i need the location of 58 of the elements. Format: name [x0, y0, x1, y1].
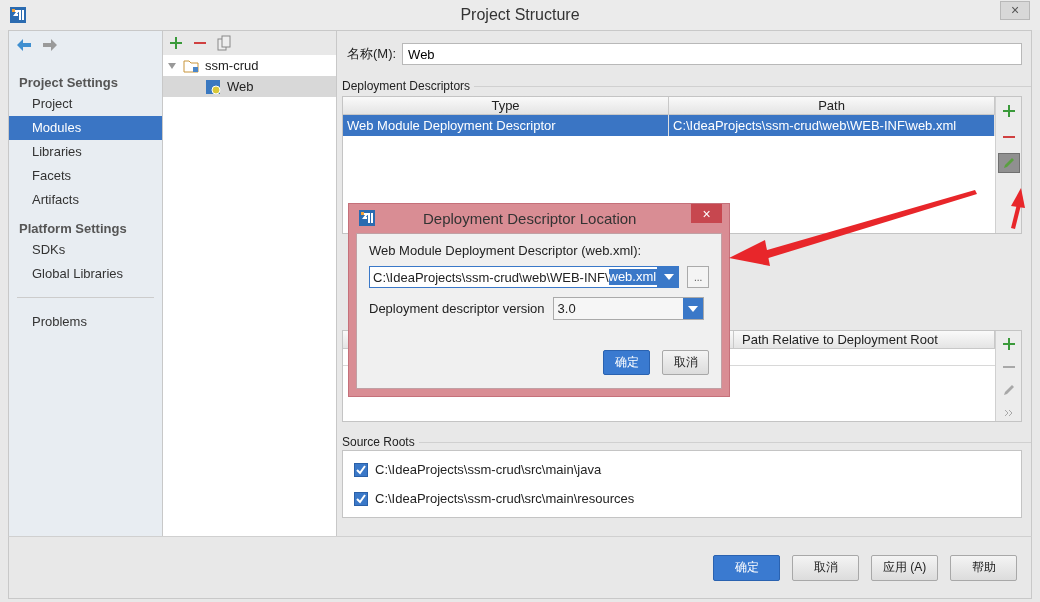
sidebar-item[interactable]: SDKs	[9, 238, 162, 262]
module-icon	[205, 78, 221, 95]
source-path: C:\IdeaProjects\ssm-crud\src\main\java	[375, 462, 602, 477]
field-label: Deployment descriptor version	[369, 301, 545, 316]
table-cell: Web Module Deployment Descriptor	[343, 115, 669, 136]
checkmark-icon	[356, 493, 366, 504]
close-button[interactable]: ×	[691, 204, 722, 223]
window-title: Project Structure	[460, 6, 580, 24]
sidebar-item[interactable]: Facets	[9, 164, 162, 188]
field-label: 名称(M):	[347, 45, 397, 63]
expanded-triangle-icon[interactable]	[167, 60, 177, 71]
annotation-arrow	[1011, 188, 1025, 229]
dialog-button[interactable]: 确定	[713, 554, 780, 581]
dialog-button[interactable]: 确定	[603, 350, 650, 375]
back-arrow-icon[interactable]	[16, 38, 32, 52]
name-field[interactable]: Web	[402, 43, 1022, 65]
column-header[interactable]: Type	[343, 97, 669, 114]
source-path: C:\IdeaProjects\ssm-crud\src\main\resources	[375, 491, 635, 506]
add-icon[interactable]	[169, 36, 183, 50]
tree-node[interactable]: ssm-crud	[163, 55, 336, 76]
edit-button[interactable]	[997, 153, 1020, 173]
remove-icon	[1001, 365, 1016, 368]
copy-icon[interactable]	[217, 35, 231, 51]
dialog-button[interactable]: 取消	[662, 350, 709, 375]
sidebar-item[interactable]: Libraries	[9, 140, 162, 164]
section-title: Source Roots	[342, 435, 415, 449]
app-logo-icon	[359, 210, 375, 226]
sidebar-item[interactable]: Modules	[9, 116, 162, 140]
add-icon	[1001, 104, 1016, 118]
dropdown-arrow-icon	[687, 305, 698, 312]
dialog-button[interactable]: 帮助	[950, 554, 1017, 581]
version-dropdown[interactable]: 3.0	[552, 297, 704, 320]
tree-node[interactable]: Web	[163, 76, 336, 97]
dialog-button[interactable]: 应用 (A)	[871, 554, 938, 581]
checkbox[interactable]	[354, 491, 368, 506]
browse-button[interactable]: ...	[687, 266, 709, 288]
sidebar-item[interactable]: Problems	[9, 310, 162, 334]
dialog-title: Deployment Descriptor Location	[423, 209, 637, 227]
sidebar-item[interactable]: Artifacts	[9, 188, 162, 212]
add-icon	[1001, 336, 1016, 351]
checkbox[interactable]	[354, 462, 368, 477]
section-title: Deployment Descriptors	[342, 79, 471, 93]
close-button[interactable]: ×	[1000, 0, 1030, 20]
pencil-icon	[1001, 156, 1016, 170]
forward-arrow-icon[interactable]	[42, 38, 58, 52]
dialog-button[interactable]: 取消	[792, 554, 859, 581]
field-label: Web Module Deployment Descriptor (web.xml):	[369, 243, 643, 260]
pencil-icon	[1001, 382, 1016, 397]
dropdown-arrow-icon	[663, 274, 674, 280]
app-logo-icon	[10, 7, 26, 23]
table-row[interactable]: Web Module Deployment Descriptor C:\IdeaProjects\ssm-crud\web\WEB-INF\web.xml	[343, 115, 995, 136]
folder-icon	[183, 58, 199, 73]
section-heading: Platform Settings	[18, 220, 128, 238]
dropdown-button[interactable]	[657, 266, 680, 288]
sidebar-item[interactable]: Global Libraries	[9, 262, 162, 286]
sidebar-item[interactable]: Project	[9, 92, 162, 116]
checkmark-icon	[356, 464, 366, 475]
section-heading: Project Settings	[18, 74, 119, 92]
